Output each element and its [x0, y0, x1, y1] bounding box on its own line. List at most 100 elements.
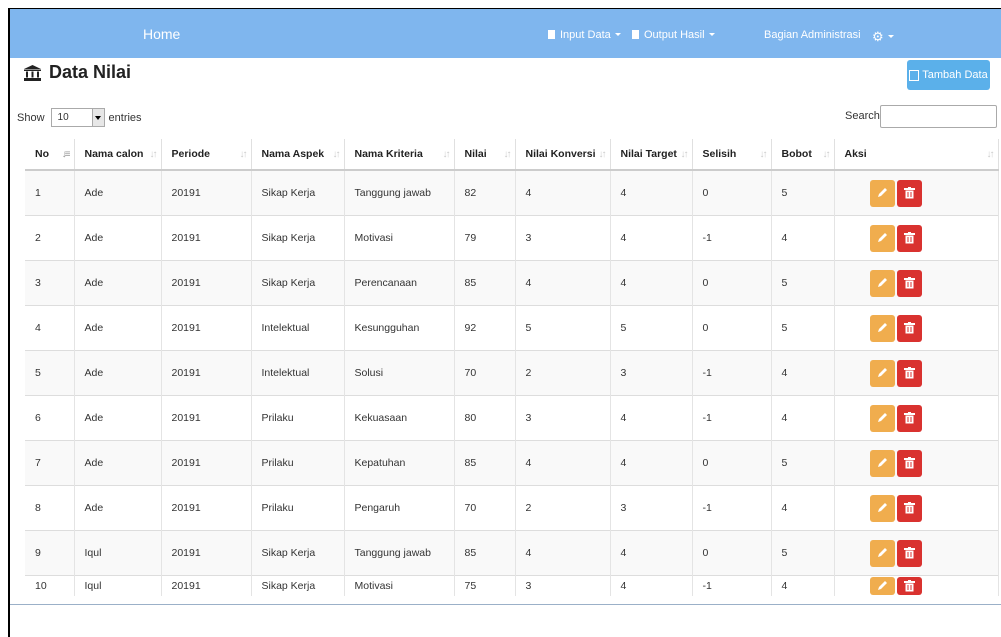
nav-user-name[interactable]: Bagian Administrasi [764, 29, 861, 41]
cell-aksi [834, 575, 999, 596]
column-header-periode[interactable]: Periode ↓↑ [161, 139, 252, 171]
show-label: Show [17, 111, 45, 124]
cell-no: 2 [25, 215, 75, 261]
cell-nama-aspek: Sikap Kerja [251, 169, 345, 216]
cell-nilai-konversi: 3 [515, 395, 611, 441]
column-header-no[interactable]: No ↓≡ [25, 139, 75, 171]
pencil-icon [877, 187, 887, 197]
cell-nama-aspek: Prilaku [251, 440, 345, 486]
delete-button[interactable] [896, 224, 922, 252]
cell-nama-kriteria: Solusi [344, 350, 455, 396]
table-row: 2 Ade 20191 Sikap Kerja Motivasi 79 3 4 -1 4 [25, 215, 999, 261]
cell-nama-calon: Ade [74, 260, 162, 306]
column-header-nama-calon[interactable]: Nama calon ↓↑ [74, 139, 162, 171]
gear-icon: ⚙ [872, 29, 884, 44]
column-header-nilai-target[interactable]: Nilai Target ↓↑ [610, 139, 693, 171]
cell-aksi [834, 169, 999, 216]
edit-button[interactable] [869, 404, 895, 432]
edit-button[interactable] [869, 494, 895, 522]
nav-home-link[interactable]: Home [143, 26, 180, 42]
bank-icon [24, 64, 41, 81]
cell-selisih: -1 [692, 350, 772, 396]
cell-aksi [834, 395, 999, 441]
sort-icon: ↓↑ [822, 149, 831, 160]
cell-no: 7 [25, 440, 75, 486]
edit-button[interactable] [869, 577, 895, 595]
edit-button[interactable] [869, 224, 895, 252]
edit-button[interactable] [869, 314, 895, 342]
nav-output-hasil-dropdown[interactable]: Output Hasil [632, 29, 715, 41]
sort-icon: ↓↑ [503, 149, 512, 160]
delete-button[interactable] [896, 269, 922, 297]
delete-button[interactable] [896, 314, 922, 342]
cell-periode: 20191 [161, 350, 252, 396]
nav-input-data-dropdown[interactable]: Input Data [548, 29, 621, 41]
cell-periode: 20191 [161, 440, 252, 486]
cell-nilai-konversi: 4 [515, 530, 611, 576]
table-row: 1 Ade 20191 Sikap Kerja Tanggung jawab 82 4 4 0 5 [25, 169, 999, 216]
column-header-nilai[interactable]: Nilai ↓↑ [454, 139, 516, 171]
column-header-bobot[interactable]: Bobot ↓↑ [771, 139, 835, 171]
cell-nama-kriteria: Motivasi [344, 215, 455, 261]
cell-nilai-target: 5 [610, 305, 693, 351]
pencil-icon [877, 277, 887, 287]
cell-nama-kriteria: Perencanaan [344, 260, 455, 306]
table-row: 8 Ade 20191 Prilaku Pengaruh 70 2 3 -1 4 [25, 485, 999, 531]
cell-periode: 20191 [161, 485, 252, 531]
entries-select-value: 10 [57, 112, 69, 123]
cell-bobot: 4 [771, 395, 835, 441]
sort-icon: ↓↑ [986, 149, 995, 160]
cell-periode: 20191 [161, 215, 252, 261]
sort-icon: ↓↑ [239, 149, 248, 160]
cell-nama-aspek: Prilaku [251, 395, 345, 441]
cell-selisih: 0 [692, 530, 772, 576]
edit-button[interactable] [869, 539, 895, 567]
cell-aksi [834, 350, 999, 396]
cell-nama-calon: Ade [74, 169, 162, 216]
cell-aksi [834, 260, 999, 306]
delete-button[interactable] [896, 404, 922, 432]
column-header-nama-kriteria[interactable]: Nama Kriteria ↓↑ [344, 139, 455, 171]
search-label: Search: [845, 110, 883, 122]
pencil-icon [877, 412, 887, 422]
entries-label: entries [108, 111, 142, 124]
cell-nilai-konversi: 3 [515, 575, 611, 596]
data-table: No ↓≡ Nama calon ↓↑ Periode ↓↑ Nama Aspek ↓↑… [25, 139, 999, 596]
delete-button[interactable] [896, 577, 922, 595]
delete-button[interactable] [896, 179, 922, 207]
nav-settings-dropdown[interactable]: ⚙ [872, 29, 894, 45]
edit-button[interactable] [869, 359, 895, 387]
cell-bobot: 5 [771, 169, 835, 216]
trash-icon [903, 231, 915, 243]
cell-no: 3 [25, 260, 75, 306]
cell-bobot: 4 [771, 575, 835, 596]
cell-no: 9 [25, 530, 75, 576]
column-header-nama-aspek[interactable]: Nama Aspek ↓↑ [251, 139, 345, 171]
edit-button[interactable] [869, 449, 895, 477]
document-icon [548, 30, 555, 39]
cell-nilai: 80 [454, 395, 516, 441]
cell-nama-calon: Ade [74, 215, 162, 261]
delete-button[interactable] [896, 539, 922, 567]
delete-button[interactable] [896, 494, 922, 522]
cell-nama-calon: Ade [74, 440, 162, 486]
cell-aksi [834, 440, 999, 486]
cell-periode: 20191 [161, 395, 252, 441]
column-header-selisih[interactable]: Selisih ↓↑ [692, 139, 772, 171]
cell-nilai-target: 4 [610, 169, 693, 216]
column-header-nilai-konversi[interactable]: Nilai Konversi ↓↑ [515, 139, 611, 171]
search-input[interactable] [880, 105, 997, 128]
add-data-button[interactable]: Tambah Data [907, 60, 990, 90]
entries-select[interactable]: 10 [50, 108, 105, 127]
delete-button[interactable] [896, 449, 922, 477]
cell-nilai-konversi: 2 [515, 485, 611, 531]
edit-button[interactable] [869, 179, 895, 207]
edit-button[interactable] [869, 269, 895, 297]
frame-border-left [8, 8, 10, 637]
copy-icon [909, 69, 920, 81]
cell-nama-calon: Ade [74, 395, 162, 441]
table-row: 6 Ade 20191 Prilaku Kekuasaan 80 3 4 -1 4 [25, 395, 999, 441]
column-header-aksi[interactable]: Aksi ↓↑ [834, 139, 999, 171]
cell-nama-calon: Ade [74, 350, 162, 396]
delete-button[interactable] [896, 359, 922, 387]
